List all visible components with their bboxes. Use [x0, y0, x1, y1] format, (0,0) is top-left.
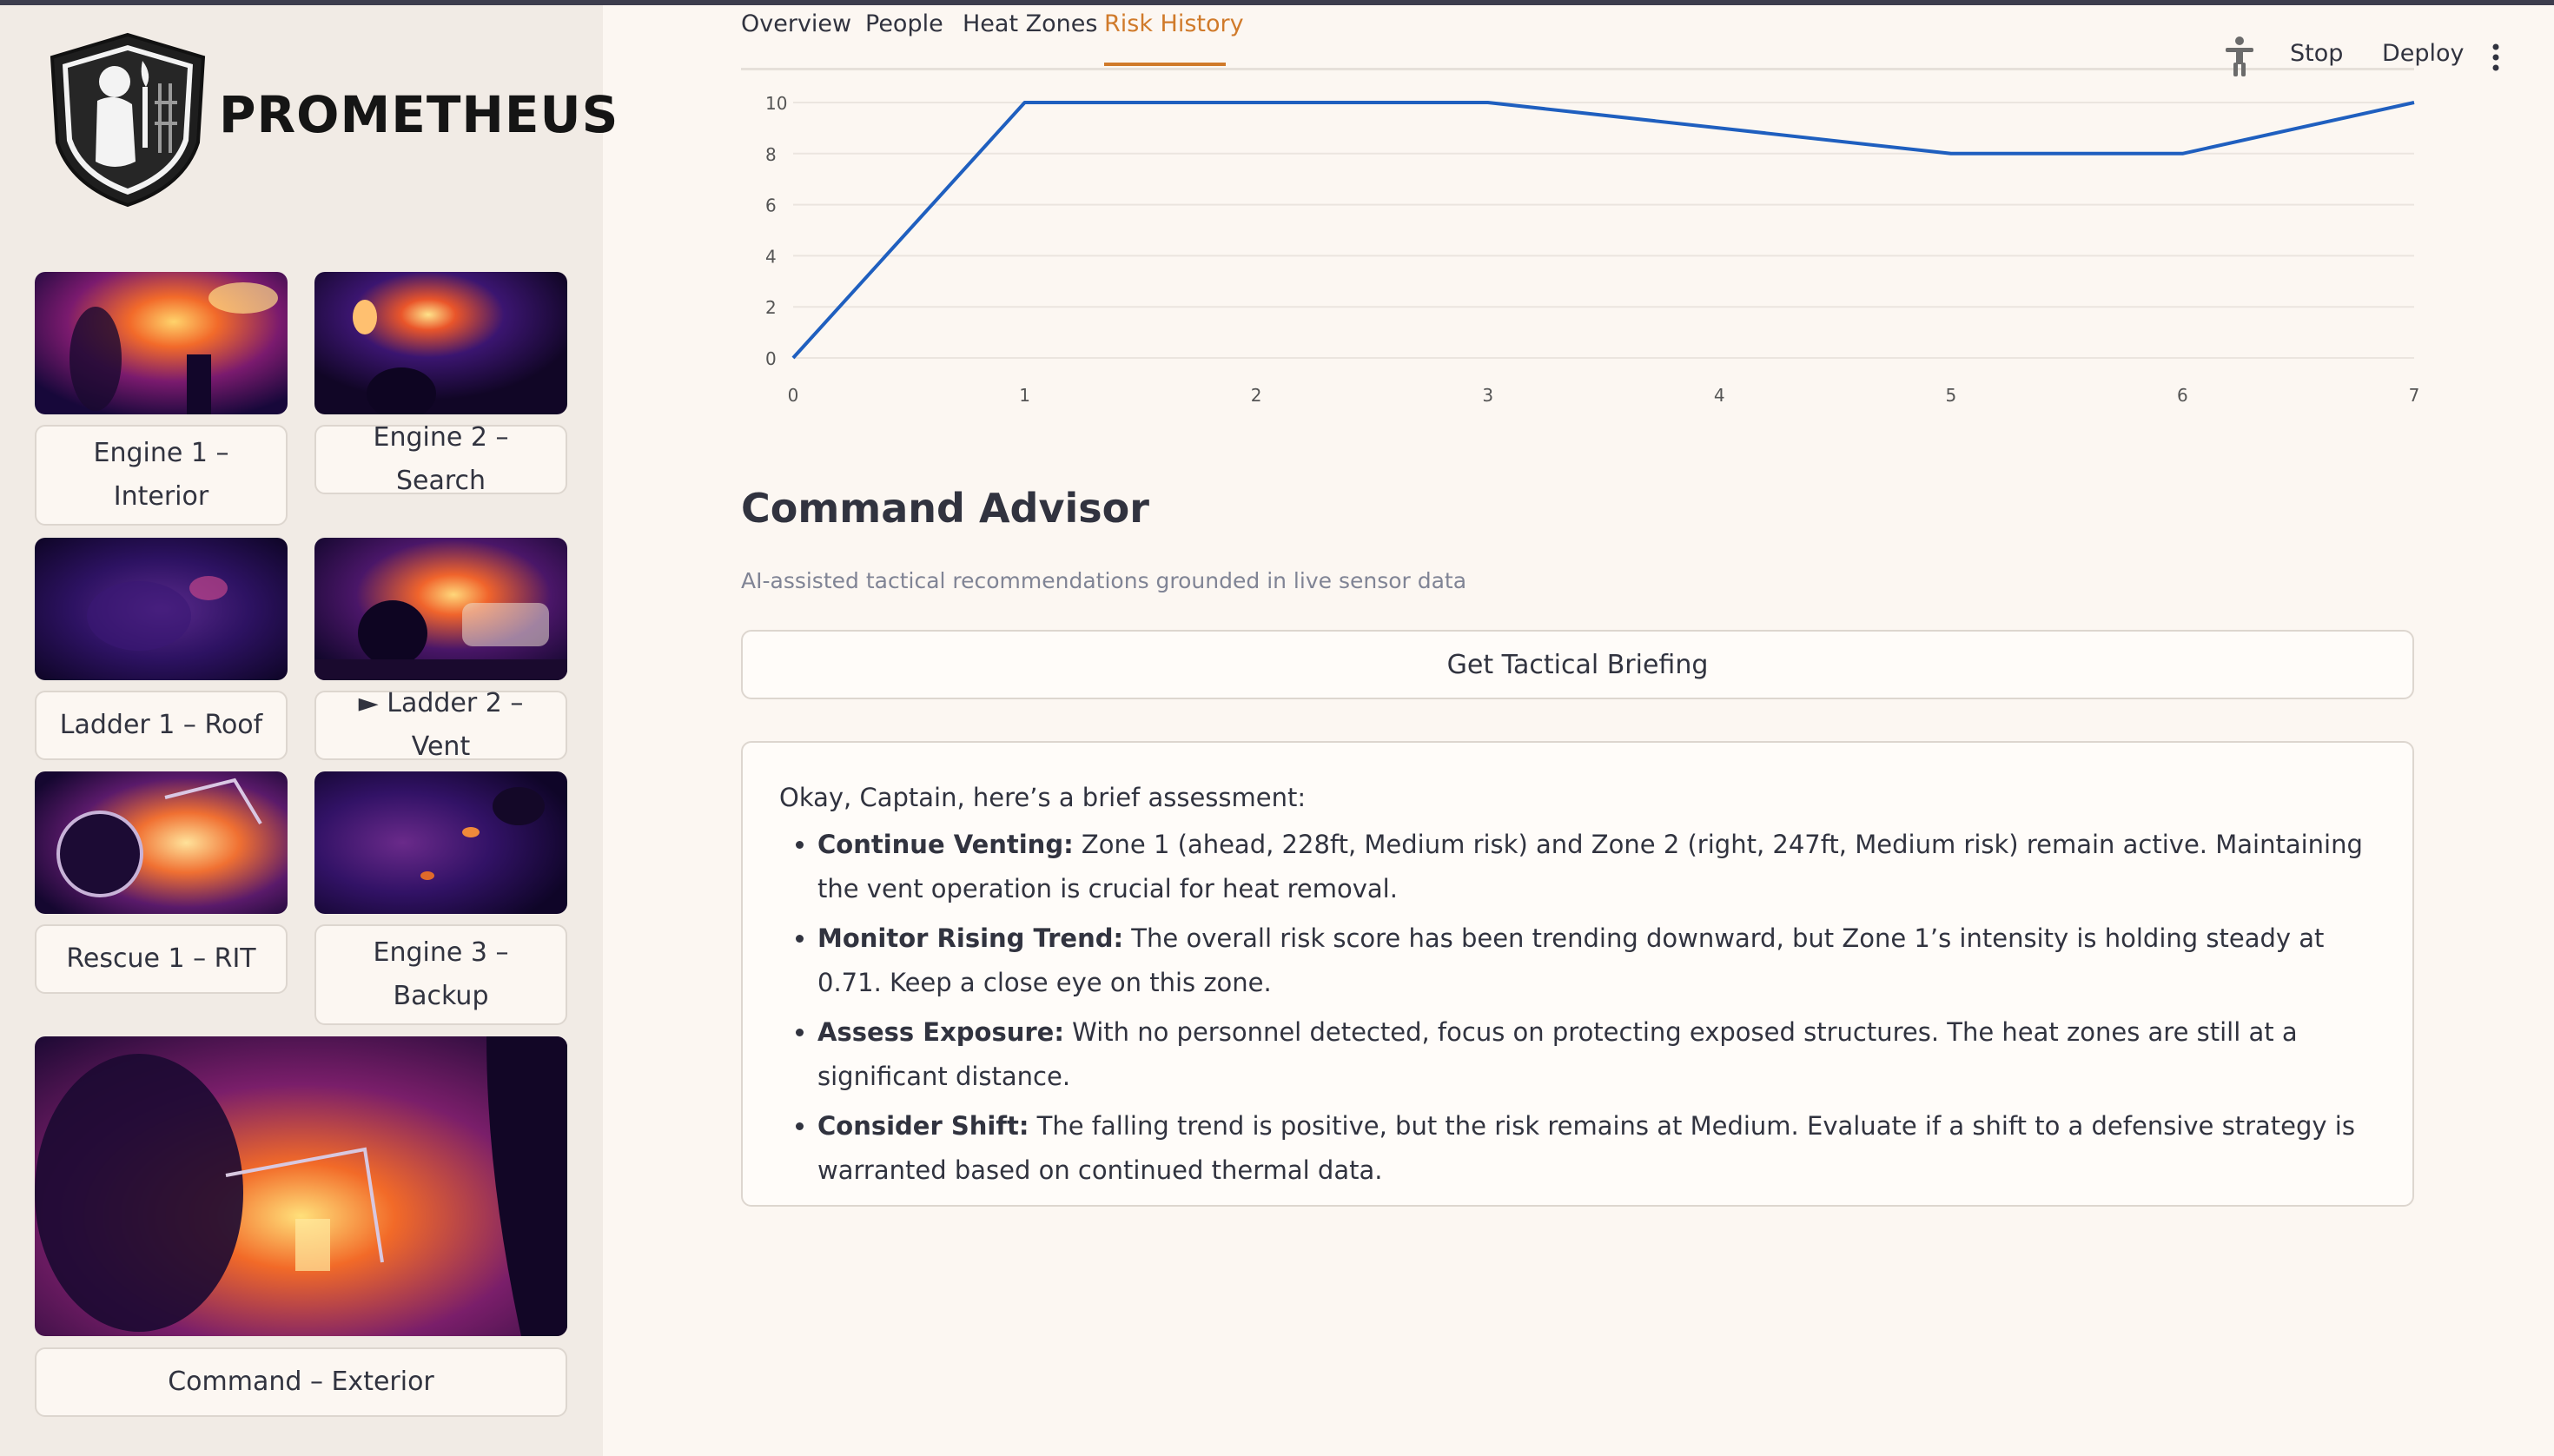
briefing-item-text: The falling trend is positive, but the r… — [817, 1111, 2355, 1185]
active-tab-indicator — [1104, 63, 1226, 66]
briefing-output: Okay, Captain, here’s a brief assessment… — [741, 741, 2414, 1207]
briefing-item: Assess Exposure: With no personnel detec… — [817, 1010, 2378, 1099]
x-tick-label: 6 — [2177, 385, 2188, 406]
briefing-item-heading: Continue Venting: — [817, 830, 1074, 859]
x-tick-label: 4 — [1714, 385, 1725, 406]
x-tick-label: 0 — [788, 385, 799, 406]
prometheus-shield-logo — [50, 32, 206, 208]
camera-thumbnail-engine-2 — [314, 272, 567, 414]
camera-thumbnail-engine-1 — [35, 272, 288, 414]
risk-series-line — [791, 101, 2415, 360]
camera-button-ladder-1[interactable]: Ladder 1 – Roof — [35, 691, 288, 760]
vertical-dots-icon[interactable] — [2490, 42, 2502, 73]
briefing-item: Monitor Rising Trend: The overall risk s… — [817, 917, 2378, 1005]
y-tick-label: 8 — [765, 144, 777, 165]
x-tick-label: 1 — [1019, 385, 1030, 406]
briefing-intro: Okay, Captain, here’s a brief assessment… — [779, 783, 1307, 812]
camera-button-ladder-2[interactable]: ► Ladder 2 – Vent — [314, 688, 567, 762]
camera-thumbnail-ladder-2 — [314, 538, 567, 680]
deploy-button[interactable]: Deploy — [2382, 40, 2465, 67]
y-tick-label: 0 — [765, 348, 777, 369]
camera-button-command[interactable]: Command – Exterior — [35, 1347, 567, 1417]
camera-button-engine-1[interactable]: Engine 1 – Interior — [35, 425, 288, 526]
y-tick-label: 6 — [765, 195, 777, 216]
camera-thumbnail-ladder-1 — [35, 538, 288, 680]
stop-button[interactable]: Stop — [2290, 40, 2343, 67]
x-tick-label: 5 — [1945, 385, 1956, 406]
y-tick-label: 2 — [765, 297, 777, 318]
get-tactical-briefing-button[interactable]: Get Tactical Briefing — [741, 630, 2414, 699]
accessibility-figure-icon[interactable] — [2222, 35, 2257, 78]
briefing-item-heading: Assess Exposure: — [817, 1017, 1064, 1047]
x-tick-label: 2 — [1251, 385, 1262, 406]
tab-people[interactable]: People — [865, 10, 943, 37]
tab-heat-zones[interactable]: Heat Zones — [963, 10, 1097, 37]
briefing-item-heading: Monitor Rising Trend: — [817, 923, 1124, 953]
brand-title: PROMETHEUS — [219, 85, 619, 144]
camera-thumbnail-rescue-1 — [35, 771, 288, 914]
camera-button-engine-2[interactable]: Engine 2 – Search — [314, 422, 567, 496]
tab-overview[interactable]: Overview — [741, 10, 851, 37]
camera-button-engine-3[interactable]: Engine 3 – Backup — [314, 924, 567, 1025]
risk-history-chart: 0 2 4 6 8 10 0 1 2 3 4 5 6 7 — [765, 93, 2420, 406]
advisor-subtitle: AI-assisted tactical recommendations gro… — [741, 568, 1467, 593]
camera-thumbnail-engine-3 — [314, 771, 567, 914]
y-tick-label: 10 — [765, 93, 787, 114]
camera-thumbnail-command — [35, 1036, 567, 1336]
x-tick-label: 7 — [2409, 385, 2420, 406]
camera-button-rescue-1[interactable]: Rescue 1 – RIT — [35, 924, 288, 994]
y-tick-label: 4 — [765, 246, 777, 267]
briefing-item: Continue Venting: Zone 1 (ahead, 228ft, … — [817, 823, 2378, 911]
briefing-item: Consider Shift: The falling trend is pos… — [817, 1104, 2378, 1193]
sidebar: PROMETHEUS Engine 1 – Interior Engine 2 … — [0, 5, 618, 1456]
tab-risk-history[interactable]: Risk History — [1104, 10, 1244, 37]
advisor-title: Command Advisor — [741, 485, 1149, 532]
briefing-item-heading: Consider Shift: — [817, 1111, 1029, 1141]
x-tick-label: 3 — [1482, 385, 1493, 406]
briefing-list: Continue Venting: Zone 1 (ahead, 228ft, … — [779, 823, 2378, 1193]
